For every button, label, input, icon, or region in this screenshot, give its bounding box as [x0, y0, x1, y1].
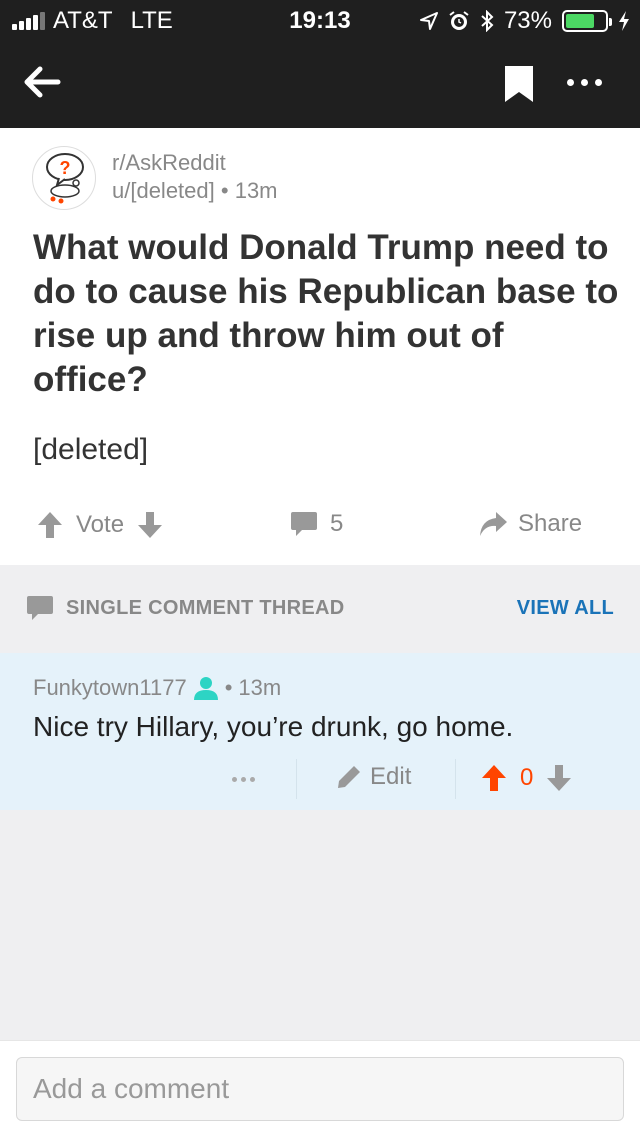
post-title: What would Donald Trump need to do to ca…: [33, 228, 619, 399]
askreddit-logo-icon: ?: [46, 153, 84, 204]
comment-author[interactable]: Funkytown1177: [33, 675, 187, 701]
subreddit-avatar[interactable]: ?: [32, 146, 96, 210]
status-bar: AT&T LTE 19:13 73%: [0, 0, 640, 40]
comment-age: 13m: [238, 675, 282, 700]
share-button[interactable]: Share: [478, 510, 582, 538]
op-user-icon: [193, 677, 218, 700]
meta-separator: •: [220, 178, 229, 203]
comment-more-icon[interactable]: [232, 777, 255, 782]
location-arrow-icon: [419, 12, 438, 30]
comment-composer: Add a comment: [0, 1040, 640, 1136]
share-label: Share: [518, 510, 583, 537]
post-card: ? r/AskReddit u/[deleted] • 13m What wou…: [0, 128, 640, 565]
divider: [455, 759, 456, 799]
bookmark-icon[interactable]: [505, 66, 533, 102]
post-age: 13m: [234, 178, 278, 203]
svg-text:?: ?: [60, 158, 71, 178]
upvote-arrow-icon[interactable]: [480, 763, 508, 793]
share-arrow-icon: [480, 512, 507, 536]
post-actions: Vote 5 Share: [0, 506, 640, 546]
comment-text: Nice try Hillary, you’re drunk, go home.: [33, 711, 514, 742]
back-arrow-icon[interactable]: [20, 60, 64, 104]
post-author[interactable]: u/[deleted]: [112, 178, 215, 203]
charging-bolt-icon: [619, 11, 629, 31]
battery-icon: [562, 10, 612, 32]
comment-score: 0: [520, 764, 534, 791]
comment-bubble-icon: [27, 596, 53, 620]
comments-button[interactable]: 5: [290, 510, 343, 538]
post-meta: u/[deleted] • 13m: [112, 178, 278, 204]
downvote-arrow-icon[interactable]: [136, 510, 164, 540]
comment-tools: Edit 0: [0, 759, 640, 799]
downvote-arrow-icon[interactable]: [545, 763, 573, 793]
pencil-icon: [338, 766, 360, 788]
vote-label: Vote: [76, 511, 125, 538]
comment-bubble-icon: [291, 512, 317, 536]
meta-separator: •: [224, 675, 233, 700]
thread-bar: SINGLE COMMENT THREAD VIEW ALL: [0, 565, 640, 653]
subreddit-name[interactable]: r/AskReddit: [112, 150, 226, 176]
app-header: AT&T LTE 19:13 73%: [0, 0, 640, 128]
bluetooth-icon: [481, 10, 494, 32]
more-options-icon[interactable]: [562, 70, 606, 94]
comment-card: Funkytown1177 • 13m Nice try Hillary, yo…: [0, 653, 640, 810]
alarm-icon: [449, 11, 469, 30]
add-comment-input[interactable]: Add a comment: [16, 1057, 624, 1121]
battery-percent: 73%: [503, 7, 552, 34]
edit-button[interactable]: Edit: [336, 763, 411, 791]
upvote-arrow-icon[interactable]: [36, 510, 64, 540]
edit-label: Edit: [370, 763, 412, 790]
post-body: [deleted]: [33, 433, 149, 466]
comment-count: 5: [330, 510, 344, 537]
view-all-link[interactable]: VIEW ALL: [517, 597, 614, 620]
thread-label: SINGLE COMMENT THREAD: [66, 596, 345, 619]
divider: [296, 759, 297, 799]
